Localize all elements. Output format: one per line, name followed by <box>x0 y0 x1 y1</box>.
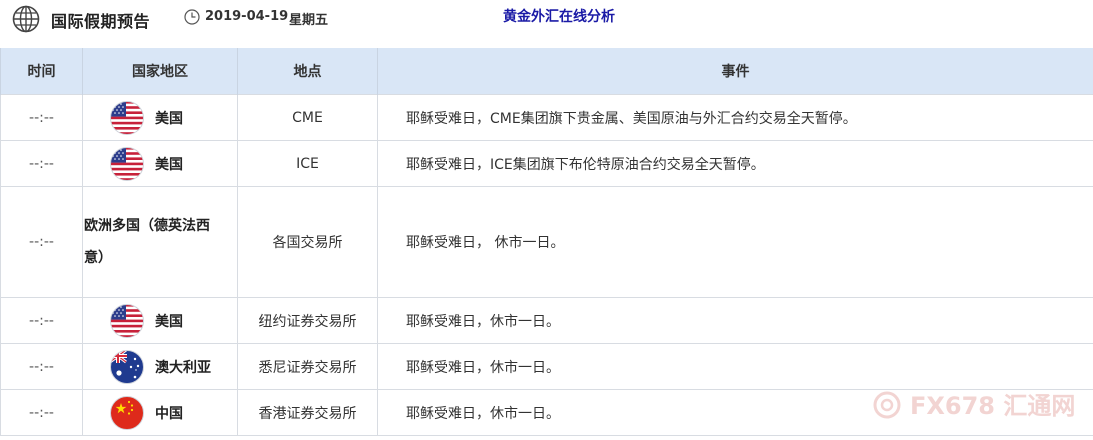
column-header-location: 地点 <box>237 48 378 95</box>
event-cell: 耶稣受难日，ICE集团旗下布伦特原油合约交易全天暂停。 <box>377 140 1093 187</box>
australia-flag-icon <box>110 350 144 384</box>
table-row: --:-- 美国 ICE 耶稣受难日，ICE集团旗下布伦特原油合约交易全天暂停。 <box>0 140 1093 187</box>
country-cell: 澳大利亚 <box>82 343 238 390</box>
holiday-table: 时间 国家地区 地点 事件 --:-- 美国 CME 耶稣受难日，CME集团旗下… <box>0 48 1093 436</box>
column-header-time: 时间 <box>0 48 83 95</box>
page-title: 国际假期预告 <box>51 12 151 31</box>
event-cell: 耶稣受难日，休市一日。 <box>377 297 1093 344</box>
fx678-watermark-logo: FX678 汇通网 <box>873 391 1075 420</box>
column-header-event: 事件 <box>377 48 1093 95</box>
country-name: 美国 <box>155 110 183 127</box>
time-cell: --:-- <box>0 297 83 344</box>
globe-icon <box>12 5 40 33</box>
table-row: --:-- 美国 CME 耶稣受难日，CME集团旗下贵金属、美国原油与外汇合约交… <box>0 94 1093 141</box>
table-row: --:-- 美国 纽约证券交易所 耶稣受难日，休市一日。 <box>0 297 1093 344</box>
online-analysis-link[interactable]: 黄金外汇在线分析 <box>503 6 615 26</box>
china-flag-icon <box>110 396 144 430</box>
us-flag-icon <box>110 304 144 338</box>
time-cell: --:-- <box>0 186 83 298</box>
us-flag-icon <box>110 101 144 135</box>
location-cell: CME <box>237 94 378 141</box>
country-cell: 中国 <box>82 389 238 436</box>
location-cell: 香港证券交易所 <box>237 389 378 436</box>
location-cell: 各国交易所 <box>237 186 378 298</box>
table-row: --:-- 欧洲多国（德英法西 意） 各国交易所 耶稣受难日， 休市一日。 <box>0 186 1093 298</box>
header-bar: 国际假期预告 2019-04-19 星期五 黄金外汇在线分析 <box>0 0 1093 40</box>
date-label: 2019-04-19 <box>205 9 289 24</box>
event-cell: 耶稣受难日， 休市一日。 <box>377 186 1093 298</box>
event-cell: 耶稣受难日，CME集团旗下贵金属、美国原油与外汇合约交易全天暂停。 <box>377 94 1093 141</box>
location-cell: 悉尼证券交易所 <box>237 343 378 390</box>
table-row: --:-- 澳大利亚 悉尼证券交易所 耶稣受难日，休市一日。 <box>0 343 1093 390</box>
watermark-text: FX678 汇通网 <box>910 392 1075 420</box>
time-cell: --:-- <box>0 94 83 141</box>
column-header-country: 国家地区 <box>82 48 238 95</box>
us-flag-icon <box>110 147 144 181</box>
country-cell: 美国 <box>82 297 238 344</box>
time-cell: --:-- <box>0 343 83 390</box>
country-name-line1: 欧洲多国（德英法西 <box>84 218 210 234</box>
country-name: 美国 <box>155 156 183 173</box>
weekday-label: 星期五 <box>289 13 329 28</box>
country-name: 澳大利亚 <box>155 359 211 376</box>
country-cell: 美国 <box>82 94 238 141</box>
country-cell: 欧洲多国（德英法西 意） <box>82 186 238 298</box>
time-cell: --:-- <box>0 389 83 436</box>
table-header-row: 时间 国家地区 地点 事件 <box>0 48 1093 95</box>
country-name-line2: 意） <box>84 250 112 266</box>
country-name: 美国 <box>155 313 183 330</box>
country-cell: 美国 <box>82 140 238 187</box>
time-cell: --:-- <box>0 140 83 187</box>
clock-icon <box>184 9 200 25</box>
location-cell: 纽约证券交易所 <box>237 297 378 344</box>
location-cell: ICE <box>237 140 378 187</box>
event-cell: 耶稣受难日，休市一日。 <box>377 343 1093 390</box>
country-name: 中国 <box>155 405 183 422</box>
